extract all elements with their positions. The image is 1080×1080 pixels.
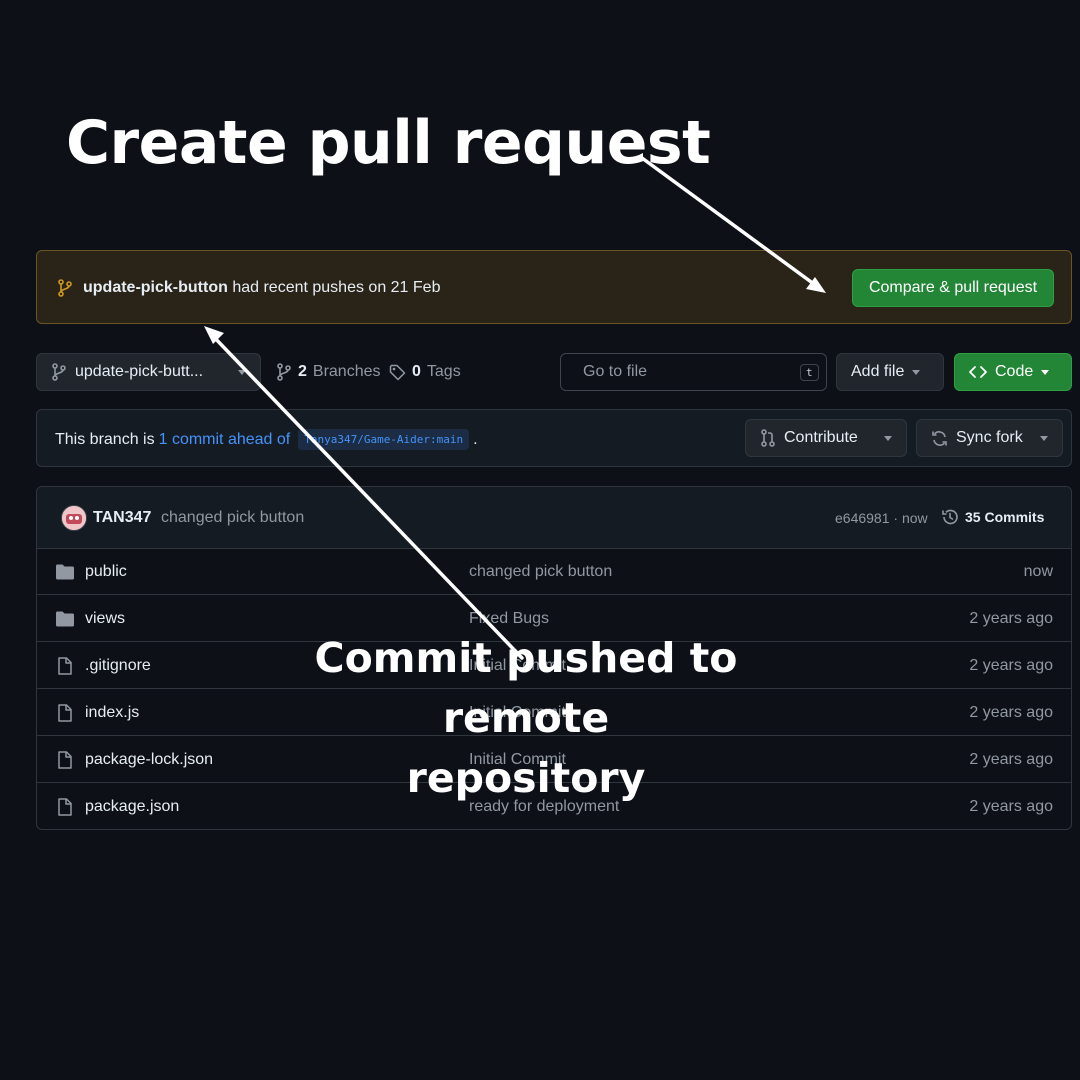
annotation-commit-line1: Commit pushed to remote — [314, 634, 738, 742]
tags-link[interactable]: 0 Tags — [389, 363, 461, 381]
file-icon — [58, 657, 72, 675]
keyboard-shortcut-hint: t — [800, 363, 819, 381]
avatar-icon — [62, 506, 86, 530]
file-name[interactable]: .gitignore — [85, 657, 151, 675]
file-age: now — [1023, 563, 1053, 580]
upstream-ref[interactable]: Tanya347/Game-Aider:main — [298, 429, 470, 450]
banner-message: update-pick-button had recent pushes on … — [83, 279, 440, 297]
git-branch-icon — [58, 279, 72, 297]
banner-push-text: had recent pushes on 21 Feb — [227, 279, 441, 296]
file-name[interactable]: package-lock.json — [85, 751, 213, 769]
commits-count: 35 Commits — [965, 509, 1045, 525]
branch-status-prefix: This branch is — [55, 430, 155, 448]
git-branch-icon — [52, 363, 66, 381]
code-icon — [969, 366, 987, 378]
recent-push-banner: update-pick-button had recent pushes on … — [36, 250, 1072, 324]
add-file-label: Add file — [851, 363, 905, 380]
code-button[interactable]: Code — [954, 353, 1072, 391]
annotation-commit-line2: repository — [406, 754, 646, 802]
sync-icon — [932, 430, 947, 446]
compare-pull-request-button[interactable]: Compare & pull request — [852, 269, 1054, 307]
file-commit-message[interactable]: Fixed Bugs — [469, 610, 549, 628]
avatar[interactable] — [61, 505, 87, 531]
tags-count: 0 — [412, 363, 421, 380]
sync-fork-button[interactable]: Sync fork — [916, 419, 1063, 457]
file-age: 2 years ago — [969, 610, 1053, 627]
branch-select-label: update-pick-butt... — [75, 363, 204, 380]
file-age: 2 years ago — [969, 798, 1053, 815]
commits-history-link[interactable]: 35 Commits — [941, 508, 1044, 526]
banner-branch-name[interactable]: update-pick-button — [83, 279, 228, 296]
file-name[interactable]: index.js — [85, 704, 139, 722]
file-age: 2 years ago — [969, 751, 1053, 768]
annotation-title: Create pull request — [66, 108, 711, 178]
go-to-file-input[interactable] — [583, 363, 790, 381]
chevron-down-icon — [884, 435, 892, 441]
file-age: 2 years ago — [969, 657, 1053, 674]
latest-commit-row: TAN347 changed pick button e646981 · now… — [37, 487, 1071, 549]
branch-status-suffix: . — [473, 430, 478, 448]
pull-request-icon — [761, 429, 775, 447]
contribute-button[interactable]: Contribute — [745, 419, 907, 457]
annotation-commit-note: Commit pushed to remote repository — [236, 628, 816, 808]
branches-label: Branches — [312, 363, 381, 380]
file-icon — [58, 704, 72, 722]
tag-icon — [389, 364, 406, 380]
branches-count: 2 — [298, 363, 307, 380]
commit-message[interactable]: changed pick button — [161, 509, 304, 527]
chevron-down-icon — [1041, 369, 1050, 375]
contribute-label: Contribute — [784, 429, 858, 446]
file-name[interactable]: views — [85, 610, 125, 628]
sync-fork-label: Sync fork — [956, 429, 1023, 446]
commits-ahead-link[interactable]: 1 commit ahead of — [159, 431, 291, 449]
file-icon — [58, 798, 72, 816]
add-file-button[interactable]: Add file — [836, 353, 944, 391]
branches-link[interactable]: 2 Branches — [276, 363, 381, 381]
file-name[interactable]: public — [85, 563, 127, 581]
chevron-down-icon — [912, 369, 921, 375]
git-branch-icon — [277, 363, 291, 381]
folder-icon — [56, 564, 74, 580]
go-to-file-search[interactable]: t — [560, 353, 827, 391]
tags-label: Tags — [426, 363, 461, 380]
chevron-down-icon — [238, 369, 246, 375]
branch-status-text: This branch is 1 commit ahead of Tanya34… — [55, 429, 478, 450]
branch-status-box: This branch is 1 commit ahead of Tanya34… — [36, 409, 1072, 467]
file-name[interactable]: package.json — [85, 798, 179, 816]
table-row[interactable]: public changed pick button now — [37, 548, 1071, 595]
code-label: Code — [995, 363, 1034, 380]
chevron-down-icon — [1040, 435, 1048, 441]
commit-sha-time[interactable]: e646981 · now — [835, 510, 928, 526]
history-icon — [942, 509, 958, 525]
commit-author[interactable]: TAN347 — [93, 509, 151, 527]
file-age: 2 years ago — [969, 704, 1053, 721]
file-commit-message[interactable]: changed pick button — [469, 563, 612, 581]
file-icon — [58, 751, 72, 769]
folder-icon — [56, 611, 74, 627]
branch-select-button[interactable]: update-pick-butt... — [36, 353, 261, 391]
